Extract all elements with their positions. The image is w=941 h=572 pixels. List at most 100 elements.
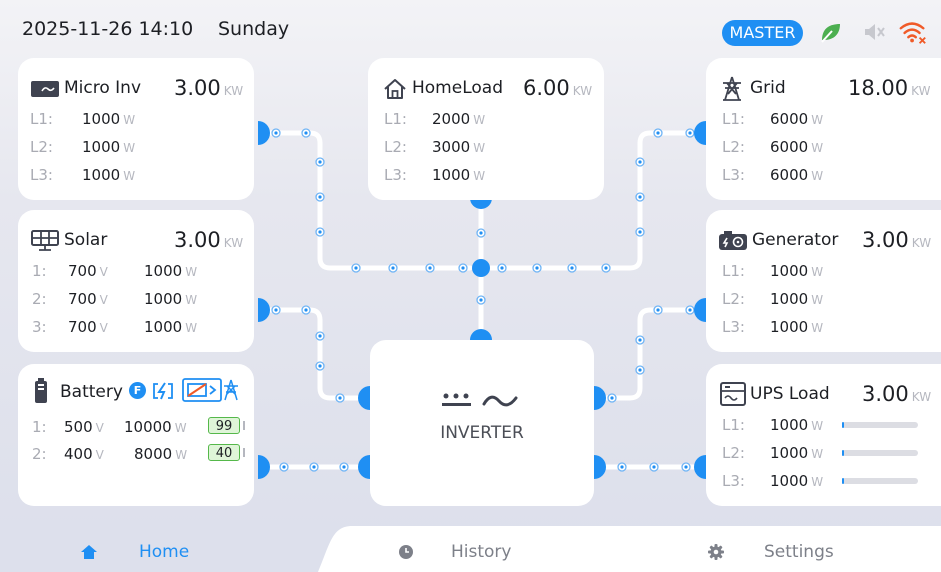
flow-dot-core [342,465,346,469]
flow-dot-core [274,308,278,312]
port-grid [694,121,706,145]
flow-dot-core [656,131,660,135]
generator-card[interactable]: Generator 3.00 KW L1: 1000 W L2: 1000 W L3:… [706,210,941,352]
battery-title: Battery [60,382,123,402]
pv-power: 1000 W [144,318,198,336]
pv-power: 1000 W [144,290,198,308]
row-value: 6000 W [770,138,824,156]
tab-history[interactable]: History [370,520,620,572]
row-label: L3: [722,472,745,490]
row-label: 1: [32,418,47,436]
homeload-card[interactable]: HomeLoad 6.00 KW L1: 2000 W L2: 3000 W L3: … [368,58,604,200]
flow-dot-core [282,465,286,469]
row-label: L2: [384,138,407,156]
row-label: 1: [32,262,47,280]
port-inverter-left-1 [358,386,370,410]
datetime: 2025-11-26 14:10 [22,18,194,40]
port-micro-inv [258,121,270,145]
inverter-label: INVERTER [440,423,524,443]
row-value: 1000 W [770,416,824,434]
master-badge[interactable]: MASTER [722,20,803,46]
row-label: L3: [384,166,407,184]
flow-dot-core [610,396,614,400]
battery-card[interactable]: Battery F 1: 500 V 10000 W 99 2: 400 V 8000… [18,364,254,506]
solar-panel-icon [31,230,59,251]
row-value: 1000 W [770,318,824,336]
battery-voltage: 400 V [64,445,104,463]
junction-node [472,259,490,277]
flow-dot-core [318,334,322,338]
row-label: L3: [722,318,745,336]
row-value: 1000 W [82,110,136,128]
battery-power: 10000 W [124,418,187,436]
house-icon [384,79,406,99]
solar-card[interactable]: Solar 3.00 KW 1: 700 V 1000 W 2: 700 V 1000 W… [18,210,254,352]
mute-icon[interactable] [858,18,888,46]
flow-dot-core [638,368,642,372]
battery-icon [35,378,47,403]
grid-total: 18.00 KW [848,76,931,100]
status-bar: 2025-11-26 14:10 Sunday MASTER [0,0,941,58]
row-value: 1000 W [82,166,136,184]
flow-dot-core [684,465,688,469]
port-battery [258,455,270,479]
port-inverter-right-1 [594,386,606,410]
flow-dot-core [391,266,395,270]
weekday: Sunday [218,18,290,40]
flow-dot-core [338,396,342,400]
row-value: 6000 W [770,166,824,184]
row-value: 1000 W [82,138,136,156]
row-value: 6000 W [770,110,824,128]
dashboard-screen: 2025-11-26 14:10 Sunday MASTER Micro Inv… [0,0,941,572]
row-label: L2: [30,138,53,156]
flow-dot-core [312,465,316,469]
row-label: 3: [32,318,47,336]
row-label: L1: [722,110,745,128]
flow-dot-core [688,131,692,135]
wifi-alert-icon[interactable] [898,18,928,46]
gear-icon [708,544,724,560]
grid-card[interactable]: Grid 18.00 KW L1: 6000 W L2: 6000 W L3: 600… [706,58,941,200]
ups-load-title: UPS Load [750,384,830,404]
flow-dot-core [652,465,656,469]
flow-dot-core [638,230,642,234]
row-label: L1: [722,262,745,280]
row-label: L1: [30,110,53,128]
ups-load-card[interactable]: UPS Load 3.00 KW L1: 1000 W L2: 1000 W L3: … [706,364,941,506]
tab-settings-label: Settings [764,542,834,562]
ups-load-bar-fill [842,422,845,428]
port-solar [258,298,270,322]
row-label: L2: [722,138,745,156]
tab-history-label: History [451,542,512,562]
row-label: L3: [30,166,53,184]
micro-inv-card[interactable]: Micro Inv 3.00 KW L1: 1000 W L2: 1000 W L3:… [18,58,254,200]
flow-dot-core [318,364,322,368]
flow-dot-core [604,266,608,270]
tab-home-label: Home [139,542,190,562]
float-badge: F [129,382,146,399]
flow-dot-core [318,195,322,199]
row-value: 1000 W [432,166,486,184]
ups-load-bar [842,478,918,484]
flow-dot-core [428,266,432,270]
soc-cap [243,421,245,430]
tab-home[interactable]: Home [0,520,320,572]
flow-dot-core [479,298,483,302]
pv-voltage: 700 V [68,262,108,280]
solar-total: 3.00 KW [174,228,244,252]
flow-dot-core [656,308,660,312]
pv-power: 1000 W [144,262,198,280]
leaf-icon [821,24,840,43]
pylon-icon [723,76,741,101]
flow-dot-core [620,465,624,469]
row-value: 2000 W [432,110,486,128]
flow-dot-core [638,160,642,164]
row-label: L3: [722,166,745,184]
flow-dot-core [318,230,322,234]
port-inverter-left-2 [358,455,370,479]
row-label: L1: [384,110,407,128]
flow-dot-core [638,195,642,199]
ups-load-total: 3.00 KW [862,382,932,406]
tab-settings[interactable]: Settings [680,520,930,572]
row-label: 2: [32,445,47,463]
